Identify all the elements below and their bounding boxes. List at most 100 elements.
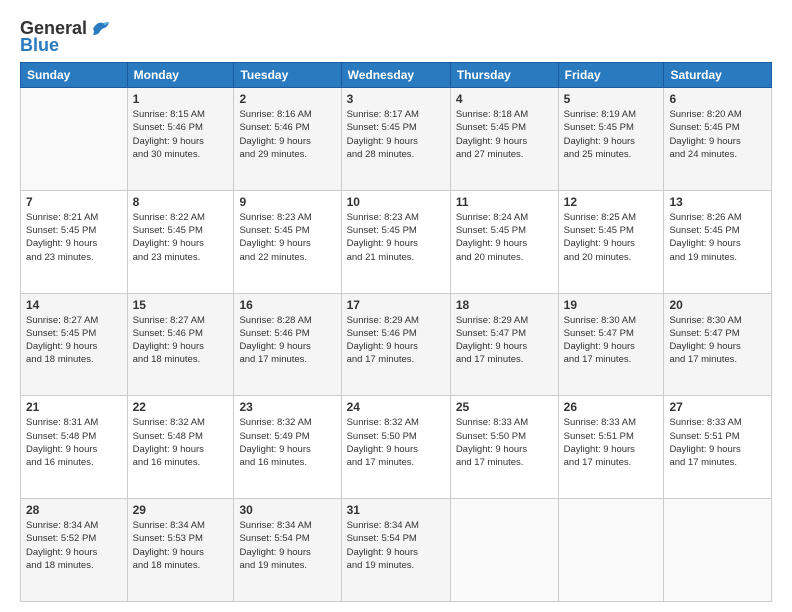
weekday-header-wednesday: Wednesday [341, 63, 450, 88]
day-info: Sunrise: 8:26 AMSunset: 5:45 PMDaylight:… [669, 211, 766, 264]
day-number: 30 [239, 503, 335, 517]
calendar-cell: 16 Sunrise: 8:28 AMSunset: 5:46 PMDayligh… [234, 293, 341, 396]
day-info: Sunrise: 8:31 AMSunset: 5:48 PMDaylight:… [26, 416, 122, 469]
weekday-header-tuesday: Tuesday [234, 63, 341, 88]
day-info: Sunrise: 8:23 AMSunset: 5:45 PMDaylight:… [239, 211, 335, 264]
day-number: 31 [347, 503, 445, 517]
calendar-cell: 25 Sunrise: 8:33 AMSunset: 5:50 PMDayligh… [450, 396, 558, 499]
day-number: 28 [26, 503, 122, 517]
calendar-cell: 10 Sunrise: 8:23 AMSunset: 5:45 PMDayligh… [341, 190, 450, 293]
day-info: Sunrise: 8:15 AMSunset: 5:46 PMDaylight:… [133, 108, 229, 161]
week-row-3: 14 Sunrise: 8:27 AMSunset: 5:45 PMDayligh… [21, 293, 772, 396]
calendar-cell: 11 Sunrise: 8:24 AMSunset: 5:45 PMDayligh… [450, 190, 558, 293]
day-number: 26 [564, 400, 659, 414]
day-info: Sunrise: 8:22 AMSunset: 5:45 PMDaylight:… [133, 211, 229, 264]
day-number: 7 [26, 195, 122, 209]
day-info: Sunrise: 8:24 AMSunset: 5:45 PMDaylight:… [456, 211, 553, 264]
day-info: Sunrise: 8:34 AMSunset: 5:54 PMDaylight:… [347, 519, 445, 572]
calendar-cell: 1 Sunrise: 8:15 AMSunset: 5:46 PMDaylight… [127, 88, 234, 191]
weekday-header-thursday: Thursday [450, 63, 558, 88]
weekday-header-friday: Friday [558, 63, 664, 88]
calendar-cell: 5 Sunrise: 8:19 AMSunset: 5:45 PMDaylight… [558, 88, 664, 191]
week-row-1: 1 Sunrise: 8:15 AMSunset: 5:46 PMDaylight… [21, 88, 772, 191]
calendar-cell: 28 Sunrise: 8:34 AMSunset: 5:52 PMDayligh… [21, 499, 128, 602]
day-number: 17 [347, 298, 445, 312]
week-row-5: 28 Sunrise: 8:34 AMSunset: 5:52 PMDayligh… [21, 499, 772, 602]
week-row-2: 7 Sunrise: 8:21 AMSunset: 5:45 PMDaylight… [21, 190, 772, 293]
day-info: Sunrise: 8:28 AMSunset: 5:46 PMDaylight:… [239, 314, 335, 367]
day-info: Sunrise: 8:30 AMSunset: 5:47 PMDaylight:… [669, 314, 766, 367]
calendar-cell: 23Sunrise: 8:32 AMSunset: 5:49 PMDayligh… [234, 396, 341, 499]
day-number: 6 [669, 92, 766, 106]
calendar-cell: 26Sunrise: 8:33 AMSunset: 5:51 PMDayligh… [558, 396, 664, 499]
day-number: 23 [239, 400, 335, 414]
calendar-cell: 19 Sunrise: 8:30 AMSunset: 5:47 PMDayligh… [558, 293, 664, 396]
calendar-cell [664, 499, 772, 602]
weekday-header-monday: Monday [127, 63, 234, 88]
day-number: 29 [133, 503, 229, 517]
weekday-header-saturday: Saturday [664, 63, 772, 88]
calendar-cell [21, 88, 128, 191]
day-info: Sunrise: 8:19 AMSunset: 5:45 PMDaylight:… [564, 108, 659, 161]
calendar-cell: 27Sunrise: 8:33 AMSunset: 5:51 PMDayligh… [664, 396, 772, 499]
day-number: 24 [347, 400, 445, 414]
day-info: Sunrise: 8:33 AMSunset: 5:50 PMDaylight:… [456, 416, 553, 469]
calendar-cell: 12 Sunrise: 8:25 AMSunset: 5:45 PMDayligh… [558, 190, 664, 293]
calendar-cell [450, 499, 558, 602]
calendar-cell: 14 Sunrise: 8:27 AMSunset: 5:45 PMDayligh… [21, 293, 128, 396]
logo-bird-icon [89, 19, 111, 39]
day-info: Sunrise: 8:27 AMSunset: 5:46 PMDaylight:… [133, 314, 229, 367]
calendar-table: SundayMondayTuesdayWednesdayThursdayFrid… [20, 62, 772, 602]
day-number: 11 [456, 195, 553, 209]
weekday-header-sunday: Sunday [21, 63, 128, 88]
header: General Blue [20, 18, 772, 56]
calendar-cell: 6 Sunrise: 8:20 AMSunset: 5:45 PMDaylight… [664, 88, 772, 191]
calendar-cell: 20 Sunrise: 8:30 AMSunset: 5:47 PMDayligh… [664, 293, 772, 396]
logo-blue: Blue [20, 35, 59, 56]
day-info: Sunrise: 8:34 AMSunset: 5:52 PMDaylight:… [26, 519, 122, 572]
calendar-cell: 13 Sunrise: 8:26 AMSunset: 5:45 PMDayligh… [664, 190, 772, 293]
calendar-cell: 2 Sunrise: 8:16 AMSunset: 5:46 PMDaylight… [234, 88, 341, 191]
day-number: 3 [347, 92, 445, 106]
day-info: Sunrise: 8:32 AMSunset: 5:48 PMDaylight:… [133, 416, 229, 469]
calendar-cell: 22 Sunrise: 8:32 AMSunset: 5:48 PMDayligh… [127, 396, 234, 499]
day-number: 19 [564, 298, 659, 312]
day-info: Sunrise: 8:29 AMSunset: 5:47 PMDaylight:… [456, 314, 553, 367]
calendar-cell: 18 Sunrise: 8:29 AMSunset: 5:47 PMDayligh… [450, 293, 558, 396]
calendar-cell: 29Sunrise: 8:34 AMSunset: 5:53 PMDayligh… [127, 499, 234, 602]
day-number: 10 [347, 195, 445, 209]
day-number: 1 [133, 92, 229, 106]
day-number: 8 [133, 195, 229, 209]
day-info: Sunrise: 8:17 AMSunset: 5:45 PMDaylight:… [347, 108, 445, 161]
day-number: 2 [239, 92, 335, 106]
day-number: 25 [456, 400, 553, 414]
day-info: Sunrise: 8:33 AMSunset: 5:51 PMDaylight:… [669, 416, 766, 469]
day-number: 20 [669, 298, 766, 312]
calendar-cell [558, 499, 664, 602]
day-info: Sunrise: 8:16 AMSunset: 5:46 PMDaylight:… [239, 108, 335, 161]
calendar-cell: 31 Sunrise: 8:34 AMSunset: 5:54 PMDayligh… [341, 499, 450, 602]
day-number: 16 [239, 298, 335, 312]
day-info: Sunrise: 8:32 AMSunset: 5:50 PMDaylight:… [347, 416, 445, 469]
day-number: 5 [564, 92, 659, 106]
calendar-cell: 3 Sunrise: 8:17 AMSunset: 5:45 PMDaylight… [341, 88, 450, 191]
day-number: 14 [26, 298, 122, 312]
day-info: Sunrise: 8:29 AMSunset: 5:46 PMDaylight:… [347, 314, 445, 367]
day-number: 4 [456, 92, 553, 106]
day-info: Sunrise: 8:20 AMSunset: 5:45 PMDaylight:… [669, 108, 766, 161]
day-info: Sunrise: 8:30 AMSunset: 5:47 PMDaylight:… [564, 314, 659, 367]
weekday-header-row: SundayMondayTuesdayWednesdayThursdayFrid… [21, 63, 772, 88]
day-info: Sunrise: 8:25 AMSunset: 5:45 PMDaylight:… [564, 211, 659, 264]
day-number: 12 [564, 195, 659, 209]
calendar-cell: 4Sunrise: 8:18 AMSunset: 5:45 PMDaylight… [450, 88, 558, 191]
day-info: Sunrise: 8:21 AMSunset: 5:45 PMDaylight:… [26, 211, 122, 264]
calendar-cell: 7 Sunrise: 8:21 AMSunset: 5:45 PMDaylight… [21, 190, 128, 293]
calendar-cell: 21Sunrise: 8:31 AMSunset: 5:48 PMDayligh… [21, 396, 128, 499]
calendar-cell: 9Sunrise: 8:23 AMSunset: 5:45 PMDaylight… [234, 190, 341, 293]
day-number: 18 [456, 298, 553, 312]
day-info: Sunrise: 8:27 AMSunset: 5:45 PMDaylight:… [26, 314, 122, 367]
day-number: 22 [133, 400, 229, 414]
day-info: Sunrise: 8:23 AMSunset: 5:45 PMDaylight:… [347, 211, 445, 264]
day-number: 13 [669, 195, 766, 209]
calendar-cell: 24 Sunrise: 8:32 AMSunset: 5:50 PMDayligh… [341, 396, 450, 499]
